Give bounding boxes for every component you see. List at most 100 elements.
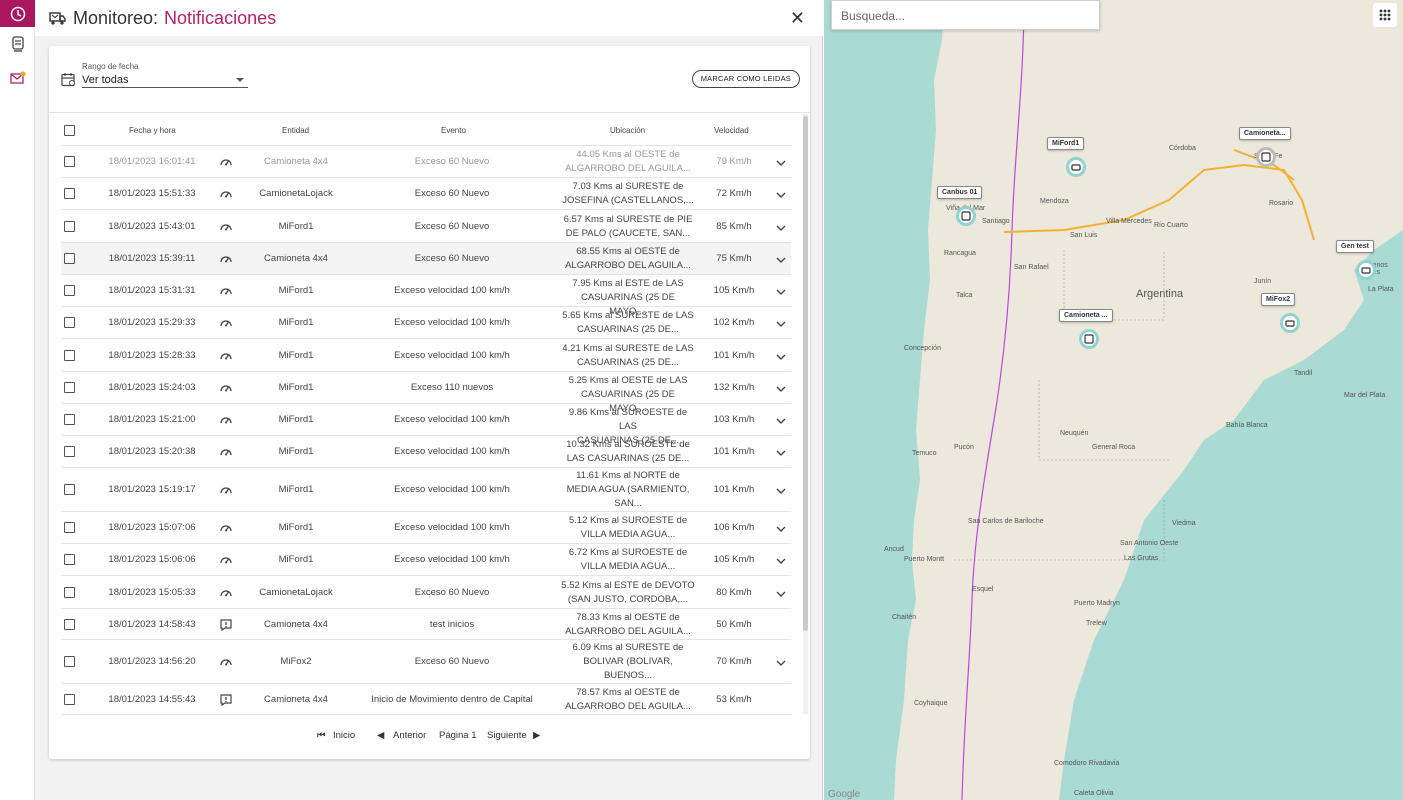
table-row[interactable]: 18/01/2023 16:01:41 Camioneta 4x4 Exceso 6… (61, 146, 791, 178)
expand-chevron-icon[interactable] (776, 255, 786, 263)
speedometer-icon (219, 349, 233, 363)
scrollbar-thumb[interactable] (803, 116, 808, 631)
prev-page-link[interactable]: Anterior (393, 730, 426, 741)
next-page-link[interactable]: Siguiente (487, 730, 527, 741)
expand-chevron-icon[interactable] (776, 658, 786, 666)
vehicle-marker[interactable] (1280, 313, 1300, 333)
prev-page-icon[interactable]: ◀ (377, 730, 384, 741)
vehicle-marker[interactable] (1079, 329, 1099, 349)
table-row[interactable]: 18/01/2023 15:21:00 MiFord1 Exceso velocid… (61, 404, 791, 446)
expand-chevron-icon[interactable] (776, 319, 786, 327)
row-date: 18/01/2023 15:06:06 (108, 554, 196, 565)
map-city: Río Cuarto (1154, 222, 1188, 229)
notifications-rail-button[interactable] (0, 61, 35, 95)
row-checkbox[interactable] (64, 350, 75, 361)
expand-chevron-icon[interactable] (776, 223, 786, 231)
row-checkbox[interactable] (64, 446, 75, 457)
expand-chevron-icon[interactable] (776, 158, 786, 166)
table-row[interactable]: 18/01/2023 15:31:31 MiFord1 Exceso velocid… (61, 275, 791, 317)
row-checkbox[interactable] (64, 414, 75, 425)
row-checkbox[interactable] (64, 522, 75, 533)
map-search-input[interactable]: Busqueda... (831, 0, 1100, 30)
table-row[interactable]: 18/01/2023 15:05:33 CamionetaLojack Exceso… (61, 576, 791, 609)
row-checkbox[interactable] (64, 382, 75, 393)
row-checkbox[interactable] (64, 656, 75, 667)
close-icon[interactable]: ✕ (790, 8, 805, 29)
row-checkbox[interactable] (64, 156, 75, 167)
select-all-checkbox[interactable] (64, 125, 75, 136)
row-entity: MiFord1 (278, 221, 314, 232)
monitoring-rail-button[interactable] (0, 0, 35, 27)
chevron-down-icon (236, 78, 244, 82)
row-checkbox[interactable] (64, 221, 75, 232)
row-checkbox[interactable] (64, 484, 75, 495)
vehicle-label[interactable]: Camioneta... (1239, 127, 1291, 140)
mark-as-read-button[interactable]: MARCAR COMO LEIDAS (691, 70, 800, 88)
row-checkbox[interactable] (64, 619, 75, 630)
map[interactable]: Busqueda... Argentina Córdoba Santa Fe R… (824, 0, 1403, 800)
speedometer-icon (219, 155, 233, 169)
row-location-line: 5.25 Kms al OESTE de LAS (568, 375, 688, 386)
table-row[interactable]: 18/01/2023 15:51:33 CamionetaLojack Exceso… (61, 178, 791, 210)
row-entity: CamionetaLojack (259, 188, 333, 199)
vehicle-label[interactable]: Camioneta ... (1059, 309, 1113, 322)
row-checkbox[interactable] (64, 253, 75, 264)
vehicle-label[interactable]: Gen test (1336, 240, 1375, 253)
table-row[interactable]: 18/01/2023 15:07:06 MiFord1 Exceso velocid… (61, 512, 791, 544)
vehicle-marker[interactable] (956, 206, 976, 226)
table-row[interactable]: 18/01/2023 14:56:20 MiFox2 Exceso 60 Nuevo… (61, 640, 791, 684)
vehicle-label[interactable]: Canbus 01 (937, 186, 983, 199)
map-city: Junín (1254, 278, 1272, 285)
col-location: Ubicación (610, 126, 646, 135)
pagination: ⏮ Inicio ◀ Anterior Página 1 Siguiente ▶ (315, 729, 555, 743)
row-speed: 75 Km/h (716, 253, 752, 264)
vehicle-marker[interactable] (1356, 260, 1376, 280)
table-row[interactable]: 18/01/2023 15:20:38 MiFord1 Exceso velocid… (61, 436, 791, 468)
expand-chevron-icon[interactable] (776, 448, 786, 456)
expand-chevron-icon[interactable] (776, 589, 786, 597)
table-row[interactable]: 18/01/2023 14:58:43 Camioneta 4x4 test ini… (61, 609, 791, 640)
map-city: Puerto Madryn (1074, 600, 1120, 607)
table-row[interactable]: 18/01/2023 15:39:11 Camioneta 4x4 Exceso 6… (61, 243, 791, 275)
expand-chevron-icon[interactable] (776, 190, 786, 198)
expand-chevron-icon[interactable] (776, 486, 786, 494)
vehicle-marker[interactable] (1256, 147, 1276, 167)
row-checkbox[interactable] (64, 587, 75, 598)
table-row[interactable]: 18/01/2023 15:43:01 MiFord1 Exceso 60 Nuev… (61, 210, 791, 243)
vehicle-label[interactable]: MiFox2 (1261, 293, 1296, 306)
row-checkbox[interactable] (64, 554, 75, 565)
table-row[interactable]: 18/01/2023 15:06:06 MiFord1 Exceso velocid… (61, 544, 791, 576)
row-checkbox[interactable] (64, 694, 75, 705)
row-checkbox[interactable] (64, 317, 75, 328)
expand-chevron-icon[interactable] (776, 416, 786, 424)
map-city: Caleta Olivia (1074, 790, 1114, 797)
vehicle-marker[interactable] (1066, 157, 1086, 177)
speedometer-icon (219, 483, 233, 497)
expand-chevron-icon[interactable] (776, 524, 786, 532)
next-page-icon[interactable]: ▶ (533, 730, 540, 741)
table-row[interactable]: 18/01/2023 15:29:33 MiFord1 Exceso velocid… (61, 307, 791, 339)
date-range-select[interactable]: Ver todas (82, 74, 248, 88)
row-event: Exceso velocidad 100 km/h (394, 484, 510, 495)
apps-grid-button[interactable] (1373, 3, 1397, 27)
first-page-link[interactable]: Inicio (333, 730, 355, 741)
row-checkbox[interactable] (64, 188, 75, 199)
expand-chevron-icon[interactable] (776, 352, 786, 360)
table-row[interactable]: 18/01/2023 15:28:33 MiFord1 Exceso velocid… (61, 339, 791, 372)
vehicle-icon (1261, 152, 1271, 162)
table-row[interactable]: 18/01/2023 14:55:43 Camioneta 4x4 Inicio d… (61, 684, 791, 715)
expand-chevron-icon[interactable] (776, 384, 786, 392)
speedometer-icon (219, 220, 233, 234)
row-checkbox[interactable] (64, 285, 75, 296)
table-row[interactable]: 18/01/2023 15:24:03 MiFord1 Exceso 110 nue… (61, 372, 791, 414)
expand-chevron-icon[interactable] (776, 556, 786, 564)
vehicle-list-rail-button[interactable] (0, 27, 35, 61)
map-city: Esquel (972, 586, 994, 593)
first-page-icon[interactable]: ⏮ (317, 730, 326, 741)
table-row[interactable]: 18/01/2023 15:19:17 MiFord1 Exceso velocid… (61, 468, 791, 512)
expand-chevron-icon[interactable] (776, 287, 786, 295)
vehicle-label[interactable]: MiFord1 (1047, 137, 1085, 150)
row-event: Exceso velocidad 100 km/h (394, 285, 510, 296)
map-city: San Luis (1070, 232, 1098, 239)
row-speed: 79 Km/h (716, 156, 752, 167)
